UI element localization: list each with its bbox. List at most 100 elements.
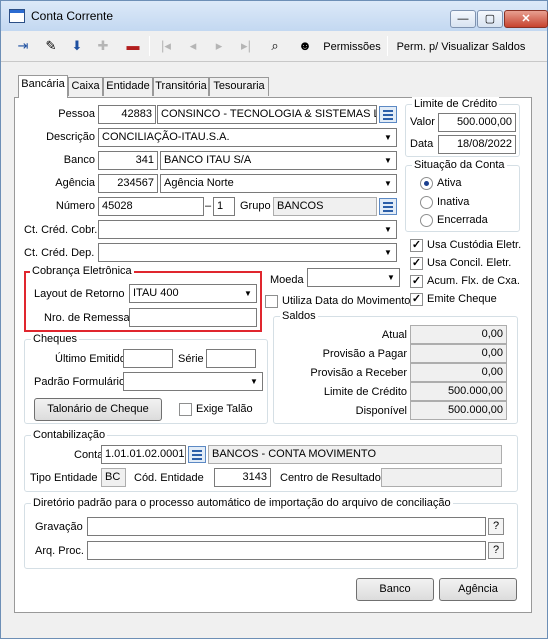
ultimo-emitido-field[interactable] — [123, 349, 173, 368]
cobranca-group: Cobrança Eletrônica Layout de Retorno IT… — [24, 264, 262, 332]
maximize-button[interactable]: ▢ — [477, 10, 503, 28]
previous-record-icon[interactable]: ◂ — [181, 34, 205, 58]
descricao-field[interactable]: CONCILIAÇÃO-ITAU.S.A. ▼ — [98, 128, 397, 147]
usa-concil-checkbox[interactable]: ✓ — [410, 257, 423, 270]
chevron-down-icon[interactable]: ▼ — [240, 285, 256, 302]
chevron-down-icon[interactable]: ▼ — [380, 244, 396, 261]
limite-valor-label: Valor — [410, 116, 435, 128]
gravacao-field[interactable] — [87, 517, 486, 536]
delete-icon[interactable]: ▬ — [121, 34, 145, 58]
moeda-select[interactable]: ▼ — [307, 268, 400, 287]
grupo-lookup-icon[interactable] — [379, 198, 397, 215]
chevron-down-icon[interactable]: ▼ — [380, 152, 396, 169]
exige-talao-checkbox[interactable] — [179, 403, 192, 416]
usa-custodia-checkbox[interactable]: ✓ — [410, 239, 423, 252]
tab-tesouraria[interactable]: Tesouraria — [209, 77, 269, 96]
tab-entidade[interactable]: Entidade — [103, 77, 153, 96]
limite-valor-field[interactable]: 500.000,00 — [438, 113, 516, 132]
banco-code-field[interactable]: 341 — [98, 151, 158, 170]
situacao-inativa-radio[interactable] — [420, 196, 433, 209]
cheques-group: Cheques Último Emitido Série Padrão Form… — [24, 332, 268, 424]
agencia-code-field[interactable]: 234567 — [98, 174, 158, 193]
gravacao-label: Gravação — [35, 521, 83, 533]
conta-code-field[interactable]: 1.01.01.02.0001 — [101, 445, 186, 464]
eraser-icon[interactable]: ✎ — [39, 34, 63, 58]
banco-name-field[interactable]: BANCO ITAU S/A ▼ — [160, 151, 397, 170]
permissoes-button[interactable]: Permissões — [319, 36, 385, 58]
limite-data-field[interactable]: 18/08/2022 — [438, 135, 516, 154]
grupo-field[interactable]: BANCOS — [273, 197, 377, 216]
cod-entidade-field[interactable]: 3143 — [214, 468, 271, 487]
provisao-receber-field[interactable]: 0,00 — [410, 363, 507, 382]
moeda-label: Moeda — [270, 274, 304, 286]
conta-lookup-icon[interactable] — [188, 446, 206, 463]
chevron-down-icon[interactable]: ▼ — [383, 269, 399, 286]
first-record-icon[interactable]: |◂ — [154, 34, 178, 58]
agencia-button[interactable]: Agência — [439, 578, 517, 601]
saldos-group: Saldos Atual 0,00 Provisão a Pagar 0,00 … — [273, 309, 518, 424]
tipo-entidade-field[interactable]: BC — [101, 468, 126, 487]
chevron-down-icon[interactable]: ▼ — [380, 175, 396, 192]
minimize-button[interactable]: — — [450, 10, 476, 28]
tab-transitoria[interactable]: Transitória — [153, 77, 209, 96]
digito-field[interactable]: 1 — [213, 197, 235, 216]
last-record-icon[interactable]: ▸| — [234, 34, 258, 58]
ct-cred-dep-field[interactable]: ▼ — [98, 243, 397, 262]
tab-bancaria[interactable]: Bancária — [18, 75, 68, 98]
arq-proc-help-icon[interactable]: ? — [488, 542, 504, 559]
pessoa-name-field[interactable]: CONSINCO - TECNOLOGIA & SISTEMAS LT — [157, 105, 377, 124]
acum-flx-checkbox[interactable]: ✓ — [410, 275, 423, 288]
chevron-down-icon[interactable]: ▼ — [380, 221, 396, 238]
ultimo-emitido-label: Último Emitido — [55, 353, 126, 365]
exit-icon[interactable]: ⇥ — [11, 34, 35, 58]
provisao-pagar-label: Provisão a Pagar — [322, 348, 407, 360]
numero-field[interactable]: 45028 — [98, 197, 204, 216]
chevron-down-icon[interactable]: ▼ — [246, 373, 262, 390]
talonario-cheque-button[interactable]: Talonário de Cheque — [34, 398, 162, 421]
user-icon[interactable]: ☻ — [293, 34, 317, 58]
perm-visualizar-saldos-button[interactable]: Perm. p/ Visualizar Saldos — [393, 36, 529, 58]
next-record-icon[interactable]: ▸ — [207, 34, 231, 58]
saldo-limite-credito-field[interactable]: 500.000,00 — [410, 382, 507, 401]
emite-cheque-checkbox[interactable]: ✓ — [410, 293, 423, 306]
limite-data-label: Data — [410, 138, 434, 150]
situacao-ativa-radio[interactable] — [420, 177, 433, 190]
save-icon[interactable]: ⬇ — [65, 34, 89, 58]
banco-button[interactable]: Banco — [356, 578, 434, 601]
situacao-encerrada-radio[interactable] — [420, 214, 433, 227]
cod-entidade-label: Cód. Entidade — [134, 472, 204, 484]
provisao-pagar-field[interactable]: 0,00 — [410, 344, 507, 363]
new-icon[interactable]: ✚ — [91, 34, 115, 58]
chevron-down-icon[interactable]: ▼ — [380, 129, 396, 146]
diretorio-group: Diretório padrão para o processo automát… — [24, 496, 518, 569]
saldos-title: Saldos — [280, 309, 318, 323]
tab-panel: Pessoa 42883 CONSINCO - TECNOLOGIA & SIS… — [14, 97, 532, 613]
saldo-limite-credito-label: Limite de Crédito — [323, 386, 407, 398]
agencia-name-field[interactable]: Agência Norte ▼ — [160, 174, 397, 193]
situacao-ativa-label: Ativa — [437, 177, 462, 189]
layout-retorno-select[interactable]: ITAU 400 ▼ — [129, 284, 257, 303]
agencia-label: Agência — [55, 177, 95, 189]
conta-label: Conta — [74, 449, 104, 461]
situacao-group: Situação da Conta Ativa Inativa Encerrad… — [405, 158, 520, 232]
serie-field[interactable] — [206, 349, 256, 368]
layout-retorno-label: Layout de Retorno — [34, 288, 125, 300]
close-button[interactable]: ✕ — [504, 10, 548, 28]
padrao-formulario-select[interactable]: ▼ — [123, 372, 263, 391]
utiliza-data-checkbox[interactable] — [265, 295, 278, 308]
saldo-atual-field[interactable]: 0,00 — [410, 325, 507, 344]
pessoa-lookup-icon[interactable] — [379, 106, 397, 123]
disponivel-field[interactable]: 500.000,00 — [410, 401, 507, 420]
tab-caixa[interactable]: Caixa — [68, 77, 103, 96]
arq-proc-field[interactable] — [87, 541, 486, 560]
centro-resultado-field[interactable] — [381, 468, 502, 487]
grupo-label: Grupo — [240, 200, 271, 212]
pessoa-code-field[interactable]: 42883 — [98, 105, 156, 124]
nro-remessa-field[interactable] — [129, 308, 257, 327]
gravacao-help-icon[interactable]: ? — [488, 518, 504, 535]
ct-cred-cobr-field[interactable]: ▼ — [98, 220, 397, 239]
search-icon[interactable]: ⌕ — [263, 34, 287, 58]
usa-custodia-label: Usa Custódia Eletr. — [427, 239, 522, 251]
padrao-formulario-label: Padrão Formulário — [34, 376, 126, 388]
conta-desc-field[interactable]: BANCOS - CONTA MOVIMENTO — [208, 445, 502, 464]
